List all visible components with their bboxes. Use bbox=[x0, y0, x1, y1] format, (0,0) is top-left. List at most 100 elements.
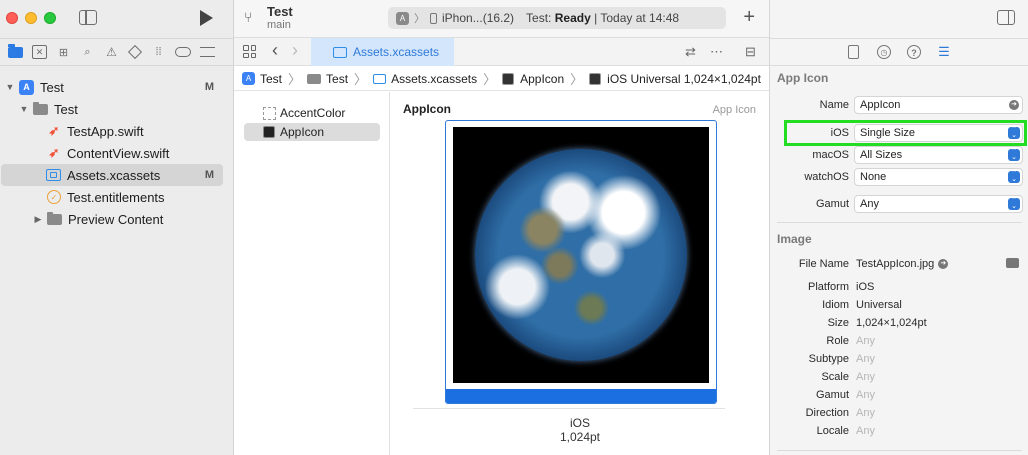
gamut-info-value: Any bbox=[856, 389, 875, 401]
ios-popup[interactable]: Single Size ⌃ ⌄ bbox=[854, 124, 1023, 142]
asset-item-appicon[interactable]: AppIcon bbox=[244, 123, 380, 141]
jumpbar-item[interactable]: Test bbox=[326, 72, 348, 86]
folder-icon bbox=[33, 101, 48, 115]
scheme-title[interactable]: Test bbox=[267, 4, 293, 19]
activity-status[interactable]: A 〉 iPhon...(16.2) Test: Ready | Today a… bbox=[388, 7, 726, 29]
jumpbar-item[interactable]: Test bbox=[260, 72, 282, 86]
watchos-popup[interactable]: None ⌃ ⌄ bbox=[854, 168, 1023, 186]
jumpbar-item[interactable]: AppIcon bbox=[520, 72, 564, 86]
history-inspector-icon[interactable]: ◷ bbox=[877, 45, 891, 59]
direction-row: Direction Any bbox=[770, 404, 1028, 424]
asset-item-accentcolor[interactable]: AccentColor bbox=[244, 104, 380, 122]
scale-value: Any bbox=[856, 371, 875, 383]
help-inspector-icon[interactable]: ? bbox=[907, 45, 921, 59]
asset-catalog-icon bbox=[46, 169, 61, 181]
asset-type: App Icon bbox=[712, 104, 756, 116]
entitlements-icon: ✓ bbox=[47, 190, 61, 204]
macos-row: macOS All Sizes ⌃ ⌄ bbox=[770, 146, 1028, 166]
source-control-icon[interactable]: ✕ bbox=[32, 45, 47, 59]
symbol-navigator-icon[interactable]: ⊞ bbox=[56, 45, 71, 59]
chevron-down-icon[interactable]: ▼ bbox=[5, 82, 15, 92]
add-button[interactable]: + bbox=[743, 7, 755, 27]
well-selection-bar bbox=[446, 389, 716, 403]
folder-icon[interactable] bbox=[1006, 258, 1019, 268]
run-destination[interactable]: iPhon...(16.2) bbox=[442, 11, 514, 25]
inspector-header bbox=[770, 0, 1028, 38]
tree-item-label: Assets.xcassets bbox=[67, 167, 161, 183]
related-items-icon[interactable] bbox=[243, 45, 256, 58]
file-name-value[interactable]: TestAppIcon.jpg ➜ bbox=[856, 258, 949, 270]
inspector-toggle-icon[interactable] bbox=[997, 10, 1015, 25]
direction-label: Direction bbox=[805, 407, 849, 419]
tree-item-entitlements[interactable]: ✓ Test.entitlements bbox=[0, 186, 234, 208]
modified-badge: M bbox=[204, 169, 214, 181]
debug-navigator-icon[interactable]: ⁞⁞ bbox=[151, 45, 166, 59]
tree-item-label: Test bbox=[54, 101, 78, 117]
image-well[interactable] bbox=[445, 120, 717, 404]
chevron-right-icon: 〉 bbox=[354, 72, 368, 87]
tree-item-project[interactable]: ▼ A Test M bbox=[0, 76, 234, 98]
tree-item-label: Preview Content bbox=[68, 211, 164, 227]
subtype-row: Subtype Any bbox=[770, 350, 1028, 370]
name-label: Name bbox=[819, 99, 849, 111]
subtype-value: Any bbox=[856, 353, 875, 365]
platform-row: Platform iOS bbox=[770, 278, 1028, 298]
sidebar-toggle-icon[interactable] bbox=[79, 10, 97, 25]
name-row: Name AppIcon ➜ bbox=[770, 96, 1028, 116]
tree-item-label: Test.entitlements bbox=[67, 189, 165, 205]
split-editor-icon[interactable]: ⊟ bbox=[745, 44, 756, 60]
zoom-window-button[interactable] bbox=[44, 12, 56, 24]
project-navigator-icon[interactable] bbox=[8, 43, 23, 58]
direction-value: Any bbox=[856, 407, 875, 419]
attributes-inspector-icon[interactable]: ☰ bbox=[937, 45, 951, 59]
divider bbox=[777, 222, 1022, 223]
app-icon-image bbox=[453, 127, 709, 383]
phone-icon bbox=[430, 12, 437, 24]
swap-arrows-icon[interactable]: ⇄ bbox=[685, 44, 696, 60]
divider bbox=[413, 408, 725, 409]
gamut-row: Gamut Any ⌃ ⌄ bbox=[770, 195, 1028, 215]
more-options-icon[interactable]: ⋯ bbox=[710, 44, 723, 60]
watchos-row: watchOS None ⌃ ⌄ bbox=[770, 168, 1028, 188]
tree-item-group-test[interactable]: ▼ Test bbox=[0, 98, 234, 120]
chevron-down-icon[interactable]: ▼ bbox=[19, 104, 29, 114]
navigator-tab-bar: ✕ ⊞ ⌕ ⚠ ⁞⁞ bbox=[0, 38, 234, 66]
forward-arrow-icon[interactable]: › bbox=[292, 40, 298, 61]
go-arrow-icon[interactable]: ➜ bbox=[938, 259, 949, 270]
asset-list: AccentColor AppIcon bbox=[234, 92, 390, 455]
project-icon: A bbox=[19, 79, 34, 95]
go-arrow-icon[interactable]: ➜ bbox=[1009, 100, 1019, 110]
close-window-button[interactable] bbox=[6, 12, 18, 24]
color-set-icon bbox=[263, 106, 276, 120]
ios-row: iOS Single Size ⌃ ⌄ bbox=[770, 120, 1028, 146]
tree-item-preview-content[interactable]: ▶ Preview Content bbox=[0, 208, 234, 230]
scheme-branch[interactable]: main bbox=[267, 19, 291, 31]
jump-bar: A Test 〉 Test 〉 Assets.xcassets 〉 AppIco… bbox=[234, 67, 769, 91]
chevron-right-icon: 〉 bbox=[483, 72, 497, 87]
report-navigator-icon[interactable] bbox=[200, 47, 215, 57]
file-inspector-icon[interactable] bbox=[848, 45, 859, 59]
swift-file-icon: ➶ bbox=[48, 123, 60, 138]
tree-item-contentview-swift[interactable]: ➶ ContentView.swift bbox=[0, 142, 234, 164]
breakpoint-navigator-icon[interactable] bbox=[175, 47, 191, 57]
back-arrow-icon[interactable]: ‹ bbox=[272, 40, 278, 61]
gamut-info-label: Gamut bbox=[815, 389, 849, 401]
popup-chevrons-icon: ⌃ ⌄ bbox=[1008, 126, 1020, 139]
jumpbar-item[interactable]: iOS Universal 1,024×1,024pt bbox=[607, 72, 761, 86]
tab-assets-xcassets[interactable]: Assets.xcassets bbox=[311, 38, 454, 66]
run-button[interactable] bbox=[200, 10, 213, 26]
minimize-window-button[interactable] bbox=[25, 12, 37, 24]
chevron-right-icon[interactable]: ▶ bbox=[33, 214, 43, 225]
tree-item-testapp-swift[interactable]: ➶ TestApp.swift bbox=[0, 120, 234, 142]
find-navigator-icon[interactable]: ⌕ bbox=[80, 45, 95, 59]
issue-navigator-icon[interactable]: ⚠ bbox=[104, 45, 119, 59]
popup-chevrons-icon: ⌃ ⌄ bbox=[1008, 148, 1020, 161]
tree-item-assets[interactable]: Assets.xcassets M bbox=[1, 164, 223, 186]
macos-popup[interactable]: All Sizes ⌃ ⌄ bbox=[854, 146, 1023, 164]
asset-catalog-icon bbox=[333, 46, 347, 58]
inspector-tabs: ◷ ? ☰ bbox=[770, 38, 1028, 66]
gamut-popup[interactable]: Any ⌃ ⌄ bbox=[854, 195, 1023, 213]
test-navigator-icon[interactable] bbox=[127, 44, 143, 60]
jumpbar-item[interactable]: Assets.xcassets bbox=[391, 72, 477, 86]
name-field[interactable]: AppIcon ➜ bbox=[854, 96, 1023, 114]
